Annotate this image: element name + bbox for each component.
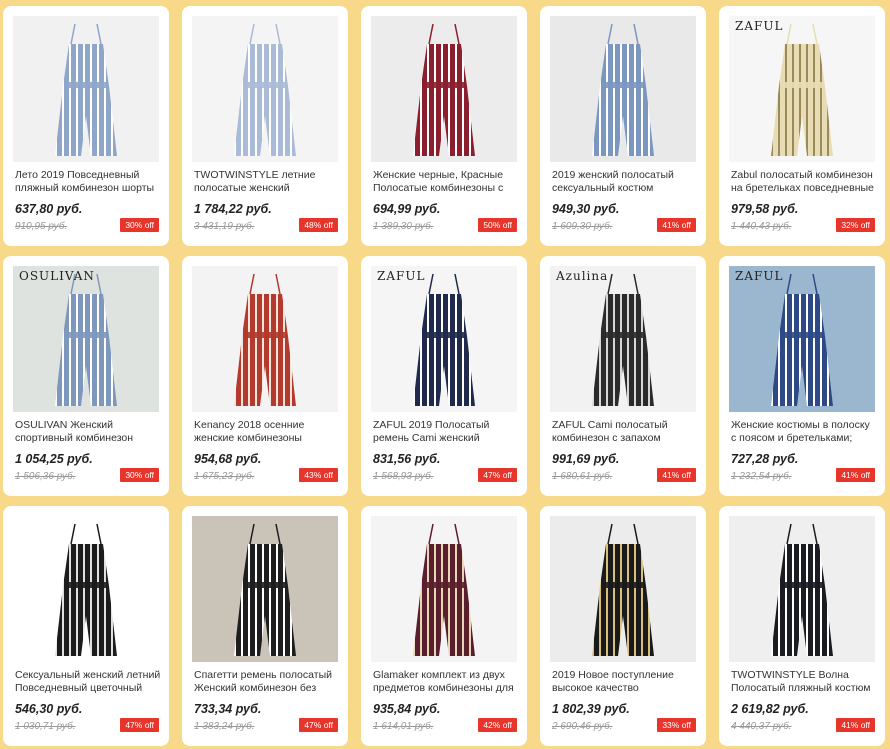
black-stripe-romper-image[interactable] [13, 516, 159, 662]
red-jumpsuit-image[interactable] [192, 266, 338, 412]
product-title[interactable]: TWOTWINSTYLE Волна Полосатый пляжный кос… [731, 669, 877, 695]
product-old-price: 1 680,61 руб. [552, 471, 613, 482]
product-old-price: 4 440,37 руб. [731, 721, 792, 732]
product-title[interactable]: Zabul полосатый комбинезон на бретельках… [731, 169, 877, 195]
discount-badge: 50% off [478, 218, 517, 232]
red-bodysuit-image[interactable] [371, 16, 517, 162]
product-old-price: 1 609,30 руб. [552, 221, 613, 232]
product-price: 727,28 руб. [731, 452, 799, 466]
product-old-price: 1 383,24 руб. [194, 721, 255, 732]
product-card[interactable]: TWOTWINSTYLE летние полосатые женский 1 7… [182, 6, 348, 246]
product-title[interactable]: Сексуальный женский летний Повседневный … [15, 669, 161, 695]
product-card[interactable]: Спагетти ремень полосатый Женский комбин… [182, 506, 348, 746]
product-old-price: 3 431,19 руб. [194, 221, 255, 232]
product-card[interactable]: TWOTWINSTYLE Волна Полосатый пляжный кос… [719, 506, 885, 746]
discount-badge: 30% off [120, 468, 159, 482]
product-title[interactable]: Лето 2019 Повседневный пляжный комбинезо… [15, 169, 161, 195]
product-title[interactable]: 2019 женский полосатый сексуальный костю… [552, 169, 698, 195]
discount-badge: 48% off [299, 218, 338, 232]
product-title[interactable]: Glamaker комплект из двух предметов комб… [373, 669, 519, 695]
discount-badge: 41% off [836, 468, 875, 482]
product-title[interactable]: Женские черные, Красные Полосатые комбин… [373, 169, 519, 195]
brand-logo: OSULIVAN [19, 269, 95, 283]
brand-logo: Azulina [556, 269, 609, 283]
brand-logo: ZAFUL [735, 19, 784, 33]
product-card[interactable]: ZAFUL Zabul полосатый комбинезон на брете… [719, 6, 885, 246]
product-price: 1 802,39 руб. [552, 702, 630, 716]
product-old-price: 910,95 руб. [15, 221, 68, 232]
product-old-price: 2 690,46 руб. [552, 721, 613, 732]
product-old-price: 1 232,54 руб. [731, 471, 792, 482]
beach-romper-image[interactable]: ZAFUL [729, 266, 875, 412]
halter-romper-image[interactable] [550, 16, 696, 162]
product-price: 546,30 руб. [15, 702, 83, 716]
product-title[interactable]: ZAFUL 2019 Полосатый ремень Cami женский… [373, 419, 519, 445]
product-card[interactable]: Сексуальный женский летний Повседневный … [3, 506, 169, 746]
product-card[interactable]: OSULIVAN OSULIVAN Женский спортивный комб… [3, 256, 169, 496]
discount-badge: 47% off [120, 718, 159, 732]
product-old-price: 1 440,43 руб. [731, 221, 792, 232]
product-price: 1 054,25 руб. [15, 452, 93, 466]
product-price: 733,34 руб. [194, 702, 262, 716]
product-title[interactable]: TWOTWINSTYLE летние полосатые женский [194, 169, 340, 195]
product-title[interactable]: Женские костюмы в полоску с поясом и бре… [731, 419, 877, 445]
product-card[interactable]: 2019 женский полосатый сексуальный костю… [540, 6, 706, 246]
discount-badge: 32% off [836, 218, 875, 232]
product-card[interactable]: Женские черные, Красные Полосатые комбин… [361, 6, 527, 246]
product-card[interactable]: Kenancy 2018 осенние женские комбинезоны… [182, 256, 348, 496]
discount-badge: 43% off [299, 468, 338, 482]
product-price: 694,99 руб. [373, 202, 441, 216]
product-old-price: 1 506,36 руб. [15, 471, 76, 482]
product-old-price: 1 030,71 руб. [15, 721, 76, 732]
striped-romper-image[interactable] [13, 16, 159, 162]
product-price: 2 619,82 руб. [731, 702, 809, 716]
discount-badge: 41% off [657, 218, 696, 232]
product-title[interactable]: Спагетти ремень полосатый Женский комбин… [194, 669, 340, 695]
product-card[interactable]: Glamaker комплект из двух предметов комб… [361, 506, 527, 746]
product-card[interactable]: ZAFUL ZAFUL 2019 Полосатый ремень Cami же… [361, 256, 527, 496]
black-romper-image[interactable]: Azulina [550, 266, 696, 412]
striped-jumpsuit-image[interactable]: OSULIVAN [13, 266, 159, 412]
offshoulder-romper-image[interactable] [729, 516, 875, 662]
product-price: 935,84 руб. [373, 702, 441, 716]
product-price: 979,58 руб. [731, 202, 799, 216]
discount-badge: 33% off [657, 718, 696, 732]
burgundy-jumpsuit-image[interactable] [371, 516, 517, 662]
product-old-price: 1 614,01 руб. [373, 721, 434, 732]
product-price: 954,68 руб. [194, 452, 262, 466]
product-price: 991,69 руб. [552, 452, 620, 466]
discount-badge: 41% off [836, 718, 875, 732]
product-title[interactable]: 2019 Новое поступление высокое качество … [552, 669, 698, 695]
product-card[interactable]: ZAFUL Женские костюмы в полоску с поясом … [719, 256, 885, 496]
product-card[interactable]: Azulina ZAFUL Cami полосатый комбинезон с… [540, 256, 706, 496]
product-old-price: 1 389,30 руб. [373, 221, 434, 232]
product-price: 1 784,22 руб. [194, 202, 272, 216]
street-jumpsuit-image[interactable] [192, 516, 338, 662]
product-title[interactable]: ZAFUL Cami полосатый комбинезон с запахо… [552, 419, 698, 445]
blazer-jumpsuit-image[interactable] [550, 516, 696, 662]
brand-logo: ZAFUL [377, 269, 426, 283]
product-price: 637,80 руб. [15, 202, 83, 216]
product-old-price: 1 675,23 руб. [194, 471, 255, 482]
product-old-price: 1 568,93 руб. [373, 471, 434, 482]
product-grid: Лето 2019 Повседневный пляжный комбинезо… [0, 0, 890, 749]
discount-badge: 47% off [299, 718, 338, 732]
product-price: 831,56 руб. [373, 452, 441, 466]
product-card[interactable]: 2019 Новое поступление высокое качество … [540, 506, 706, 746]
brand-logo: ZAFUL [735, 269, 784, 283]
beige-romper-image[interactable]: ZAFUL [729, 16, 875, 162]
ruffle-romper-image[interactable] [192, 16, 338, 162]
discount-badge: 41% off [657, 468, 696, 482]
product-title[interactable]: OSULIVAN Женский спортивный комбинезон [15, 419, 161, 445]
discount-badge: 47% off [478, 468, 517, 482]
product-title[interactable]: Kenancy 2018 осенние женские комбинезоны… [194, 419, 340, 445]
product-price: 949,30 руб. [552, 202, 620, 216]
discount-badge: 42% off [478, 718, 517, 732]
discount-badge: 30% off [120, 218, 159, 232]
navy-romper-image[interactable]: ZAFUL [371, 266, 517, 412]
product-card[interactable]: Лето 2019 Повседневный пляжный комбинезо… [3, 6, 169, 246]
